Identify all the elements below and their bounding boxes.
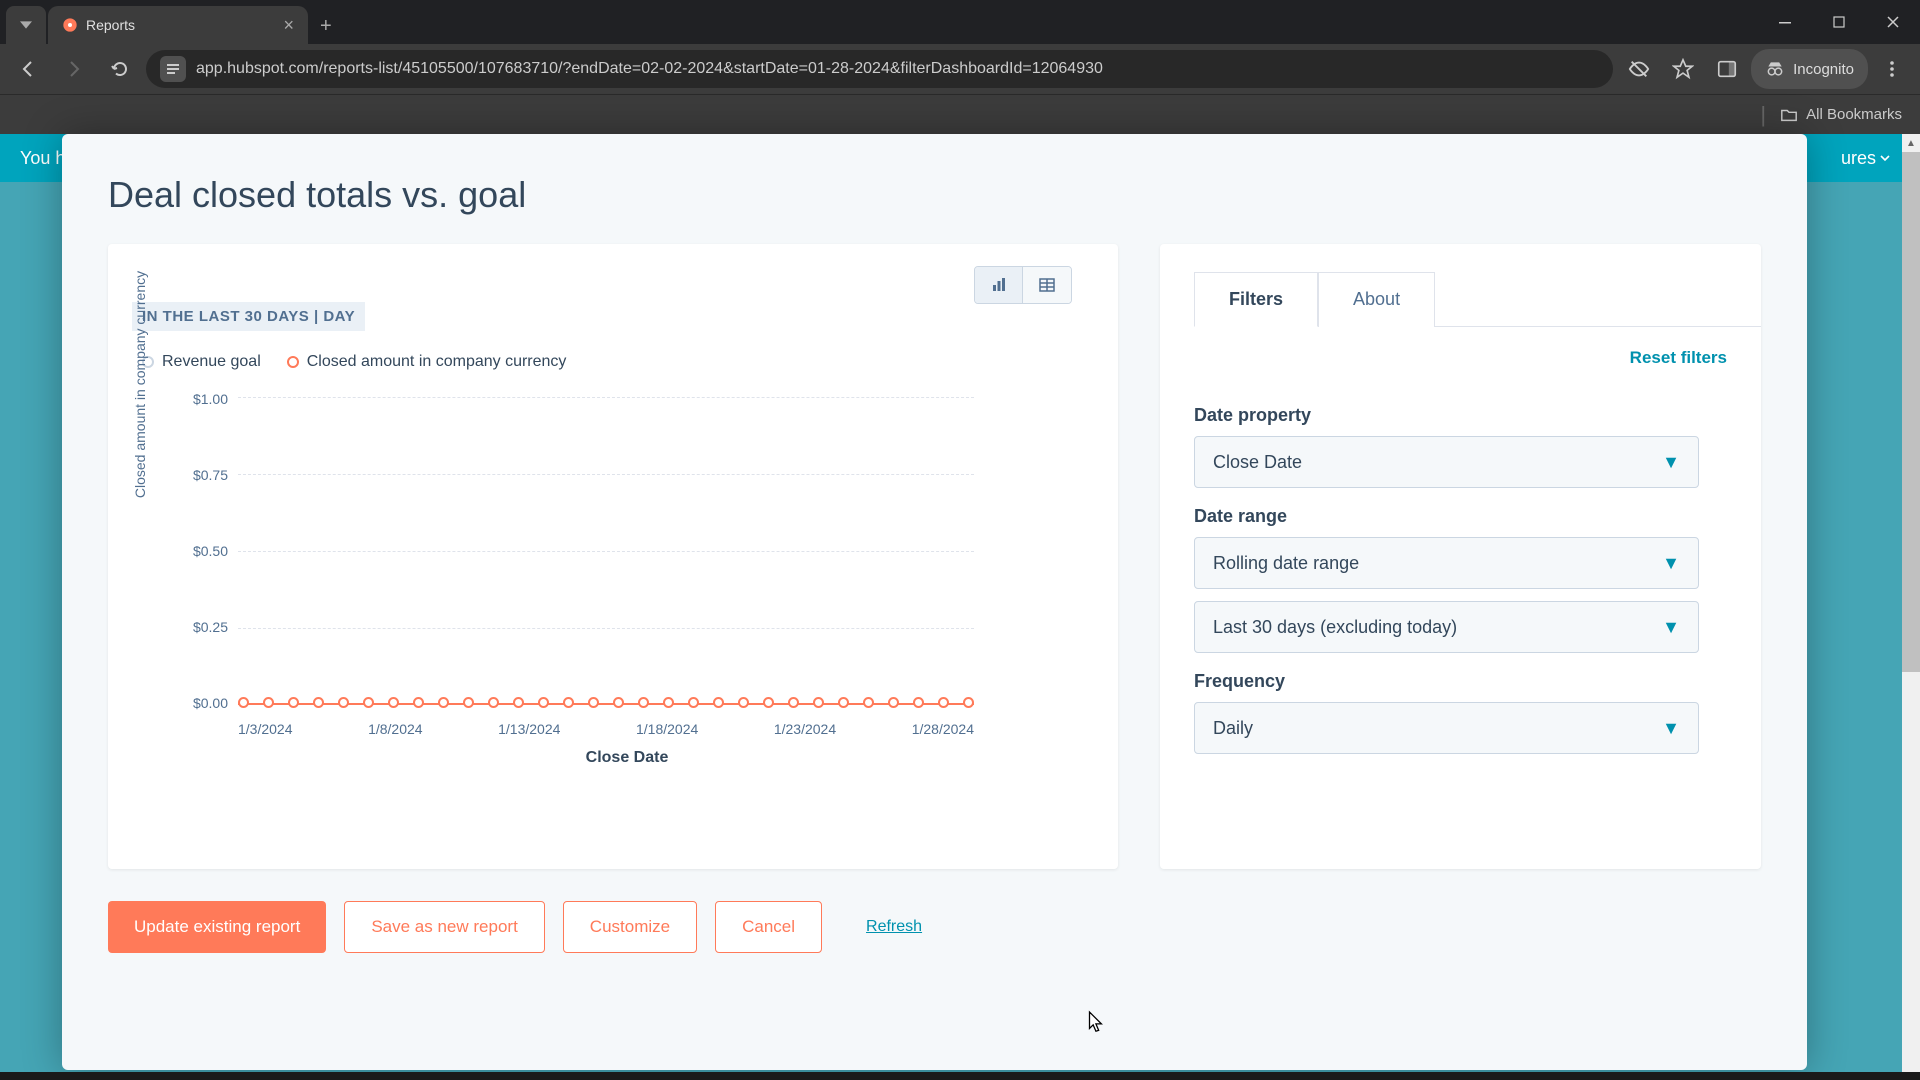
chart-data-points — [238, 697, 974, 711]
caret-down-icon: ▼ — [1662, 718, 1680, 739]
customize-button[interactable]: Customize — [563, 901, 697, 953]
reload-button[interactable] — [100, 49, 140, 89]
bar-chart-icon — [991, 277, 1007, 293]
date-range-label: Date range — [1194, 506, 1699, 527]
modal-footer: Update existing report Save as new repor… — [62, 869, 1807, 953]
back-button[interactable] — [8, 49, 48, 89]
folder-icon — [1780, 106, 1798, 124]
refresh-link[interactable]: Refresh — [840, 901, 948, 953]
caret-down-icon: ▼ — [1662, 617, 1680, 638]
minimize-window-button[interactable] — [1758, 0, 1812, 44]
all-bookmarks-link[interactable]: All Bookmarks — [1806, 106, 1902, 123]
incognito-badge[interactable]: Incognito — [1751, 49, 1868, 89]
reset-filters-link[interactable]: Reset filters — [1630, 348, 1727, 368]
forward-button — [54, 49, 94, 89]
chevron-down-icon — [1880, 153, 1890, 163]
y-axis-label: Closed amount in company currency — [132, 271, 148, 498]
browser-tab-strip: Reports × + — [0, 0, 1920, 44]
browser-tab[interactable]: Reports × — [48, 6, 308, 44]
caret-down-icon: ▼ — [1662, 553, 1680, 574]
chart-grid — [238, 397, 974, 705]
scrollbar-thumb[interactable] — [1902, 152, 1920, 672]
chart-plot-area: Closed amount in company currency $1.00 … — [160, 391, 1094, 771]
view-toggle — [974, 266, 1072, 304]
tab-title: Reports — [86, 17, 135, 33]
chart-view-button[interactable] — [975, 267, 1023, 303]
table-view-button[interactable] — [1023, 267, 1071, 303]
x-axis-label: Close Date — [586, 749, 669, 767]
url-text: app.hubspot.com/reports-list/45105500/10… — [196, 60, 1103, 78]
close-window-button[interactable] — [1866, 0, 1920, 44]
address-bar[interactable]: app.hubspot.com/reports-list/45105500/10… — [146, 50, 1613, 88]
scroll-up-arrow[interactable]: ▲ — [1902, 134, 1920, 152]
frequency-select[interactable]: Daily ▼ — [1194, 702, 1699, 754]
browser-menu-button[interactable] — [1872, 49, 1912, 89]
sidebar-tabs: Filters About — [1194, 272, 1761, 327]
tab-about[interactable]: About — [1318, 272, 1435, 327]
date-range-type-select[interactable]: Rolling date range ▼ — [1194, 537, 1699, 589]
bookmarks-bar: | All Bookmarks — [0, 94, 1920, 134]
frequency-label: Frequency — [1194, 671, 1699, 692]
page-title: Deal closed totals vs. goal — [108, 174, 1807, 216]
close-tab-icon[interactable]: × — [283, 15, 294, 36]
site-settings-icon[interactable] — [160, 56, 186, 82]
date-property-label: Date property — [1194, 405, 1699, 426]
side-panel-icon[interactable] — [1707, 49, 1747, 89]
x-axis-ticks: 1/3/2024 1/8/2024 1/13/2024 1/18/2024 1/… — [238, 721, 974, 737]
bookmarks-separator: | — [1760, 102, 1766, 128]
chart-legend: Revenue goal Closed amount in company cu… — [142, 353, 1094, 371]
legend-item-revenue-goal[interactable]: Revenue goal — [142, 353, 261, 371]
tracking-blocked-icon[interactable] — [1619, 49, 1659, 89]
new-tab-button[interactable]: + — [320, 15, 332, 38]
report-editor-modal: Deal closed totals vs. goal IN THE LAST … — [62, 134, 1807, 1070]
filters-panel: Filters About Reset filters Date propert… — [1160, 244, 1761, 869]
filters-scroll-area[interactable]: Date property Close Date ▼ Date range Ro… — [1160, 327, 1761, 827]
save-as-new-report-button[interactable]: Save as new report — [344, 901, 544, 953]
legend-item-closed-amount[interactable]: Closed amount in company currency — [287, 353, 567, 371]
y-axis-ticks: $1.00 $0.75 $0.50 $0.25 $0.00 — [178, 391, 228, 711]
window-scrollbar[interactable]: ▲ — [1902, 134, 1920, 1080]
incognito-icon — [1765, 59, 1785, 79]
tab-filters[interactable]: Filters — [1194, 272, 1318, 327]
cancel-button[interactable]: Cancel — [715, 901, 822, 953]
bookmark-star-icon[interactable] — [1663, 49, 1703, 89]
date-property-select[interactable]: Close Date ▼ — [1194, 436, 1699, 488]
hubspot-favicon-icon — [62, 17, 78, 33]
browser-toolbar: app.hubspot.com/reports-list/45105500/10… — [0, 44, 1920, 94]
caret-down-icon: ▼ — [1662, 452, 1680, 473]
legend-dot-icon — [287, 356, 299, 368]
maximize-window-button[interactable] — [1812, 0, 1866, 44]
table-icon — [1039, 277, 1055, 293]
tab-search-dropdown[interactable] — [6, 6, 46, 44]
update-existing-report-button[interactable]: Update existing report — [108, 901, 326, 953]
date-range-value-select[interactable]: Last 30 days (excluding today) ▼ — [1194, 601, 1699, 653]
chart-panel: IN THE LAST 30 DAYS | DAY Revenue goal C… — [108, 244, 1118, 869]
os-taskbar — [0, 1072, 1920, 1080]
chart-filter-badge: IN THE LAST 30 DAYS | DAY — [132, 302, 365, 331]
